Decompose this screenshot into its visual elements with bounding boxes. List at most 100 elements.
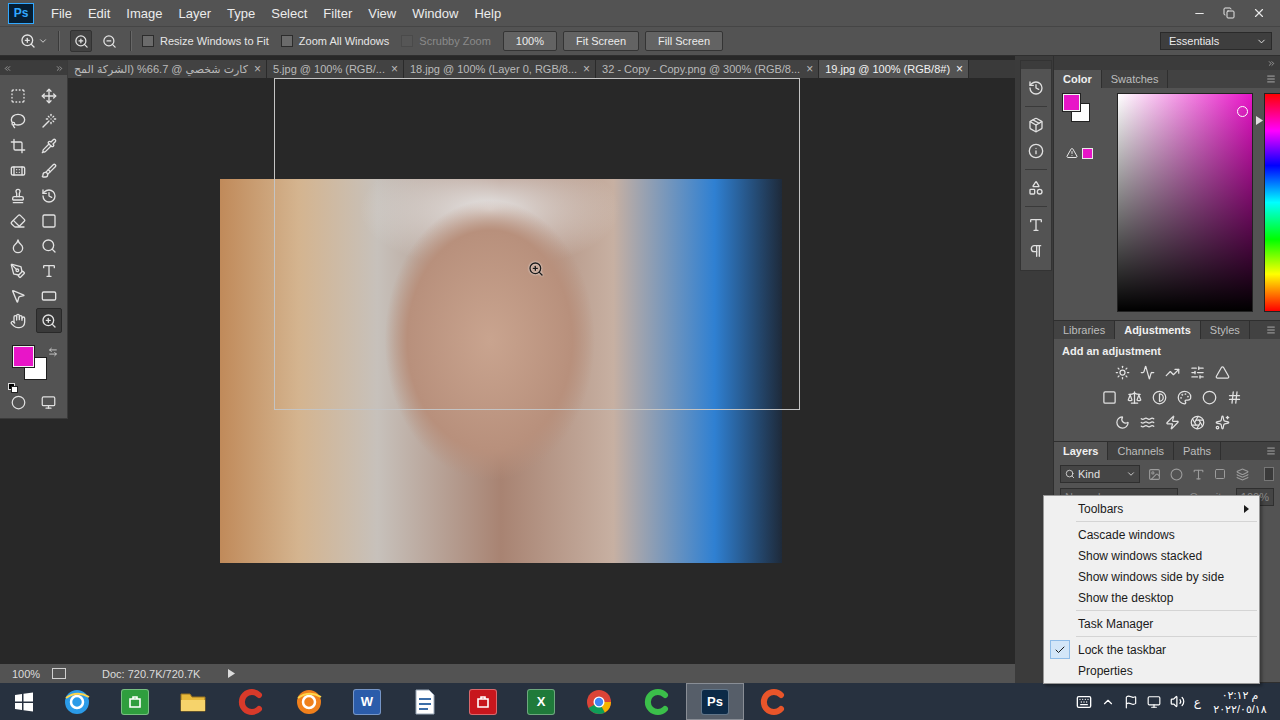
document-tab[interactable]: 19.jpg @ 100% (RGB/8#)× bbox=[819, 60, 969, 78]
status-menu-icon[interactable] bbox=[228, 669, 235, 678]
tab-close-button[interactable]: × bbox=[806, 62, 813, 76]
taskbar-app[interactable] bbox=[454, 683, 512, 720]
screen-mode-icon[interactable] bbox=[41, 395, 56, 410]
taskbar-app[interactable] bbox=[280, 683, 338, 720]
tool-button[interactable] bbox=[5, 158, 31, 183]
web-color-swatch[interactable] bbox=[1082, 148, 1093, 159]
document-tab[interactable]: 32 - Copy - Copy.png @ 300% (RGB/8...× bbox=[596, 60, 819, 78]
adjustment-button[interactable] bbox=[1100, 388, 1120, 408]
clock[interactable]: م ٠٢:١٢٢٠٢٢/٠٥/١٨ bbox=[1210, 688, 1270, 716]
taskbar-app[interactable] bbox=[164, 683, 222, 720]
tool-button[interactable] bbox=[36, 183, 62, 208]
taskbar-app[interactable] bbox=[628, 683, 686, 720]
adjustment-button[interactable] bbox=[1137, 413, 1157, 433]
menu-item[interactable]: Type bbox=[219, 3, 263, 24]
tool-button[interactable] bbox=[5, 233, 31, 258]
pixel-filter-button[interactable] bbox=[1146, 466, 1162, 482]
color-field[interactable] bbox=[1117, 93, 1253, 312]
option-button[interactable]: Fit Screen bbox=[563, 31, 639, 51]
document-tab[interactable]: كارت شخصي @ 66.7% (الشركة المح× bbox=[68, 60, 267, 78]
menu-item[interactable]: Image bbox=[118, 3, 170, 24]
tool-button[interactable] bbox=[5, 308, 31, 333]
tool-button[interactable] bbox=[36, 283, 62, 308]
taskbar-app[interactable]: X bbox=[512, 683, 570, 720]
context-menu-item[interactable]: Show windows stacked bbox=[1046, 545, 1257, 566]
taskbar-app[interactable] bbox=[222, 683, 280, 720]
tool-button[interactable] bbox=[36, 308, 62, 333]
tool-button[interactable] bbox=[36, 83, 62, 108]
tool-preset-picker[interactable] bbox=[20, 33, 48, 49]
context-menu-item[interactable]: Show the desktop bbox=[1046, 587, 1257, 608]
context-menu-item[interactable]: Toolbars bbox=[1046, 498, 1257, 519]
tab-close-button[interactable]: × bbox=[254, 62, 261, 76]
adjustment-button[interactable] bbox=[1162, 413, 1182, 433]
panel-tab[interactable]: Paths bbox=[1174, 442, 1221, 460]
zoom-mode-button[interactable] bbox=[70, 30, 92, 52]
panel-icon-button[interactable] bbox=[1022, 175, 1050, 201]
panel-icon-button[interactable] bbox=[1022, 212, 1050, 238]
panel-menu-button[interactable] bbox=[1262, 321, 1280, 339]
tool-button[interactable] bbox=[5, 283, 31, 308]
restore-button[interactable] bbox=[1214, 2, 1244, 24]
volume-icon[interactable] bbox=[1170, 694, 1185, 709]
status-zoom[interactable]: 100% bbox=[12, 668, 42, 680]
start-button[interactable] bbox=[0, 683, 48, 720]
panel-foreground-color[interactable] bbox=[1062, 93, 1081, 112]
adjustment-button[interactable] bbox=[1150, 388, 1170, 408]
adjustment-filter-button[interactable] bbox=[1168, 466, 1184, 482]
panel-tab[interactable]: Swatches bbox=[1102, 70, 1169, 88]
taskbar-app[interactable] bbox=[570, 683, 628, 720]
adjustment-button[interactable] bbox=[1162, 363, 1182, 383]
panel-tab[interactable]: Libraries bbox=[1054, 321, 1115, 339]
panels-header[interactable] bbox=[1054, 56, 1280, 70]
panel-tab[interactable]: Styles bbox=[1201, 321, 1250, 339]
tool-button[interactable] bbox=[5, 183, 31, 208]
panel-tab[interactable]: Channels bbox=[1108, 442, 1173, 460]
close-button[interactable] bbox=[1244, 2, 1274, 24]
adjustment-button[interactable] bbox=[1125, 388, 1145, 408]
option-button[interactable]: 100% bbox=[503, 31, 557, 51]
type-filter-button[interactable] bbox=[1190, 466, 1206, 482]
adjustment-button[interactable] bbox=[1175, 388, 1195, 408]
adjustment-button[interactable] bbox=[1137, 363, 1157, 383]
tool-button[interactable] bbox=[36, 108, 62, 133]
panel-tab[interactable]: Color bbox=[1054, 70, 1102, 88]
context-menu-item[interactable]: Lock the taskbar bbox=[1046, 639, 1257, 660]
panel-icon-button[interactable] bbox=[1022, 238, 1050, 264]
tool-button[interactable] bbox=[5, 133, 31, 158]
tab-close-button[interactable]: × bbox=[391, 62, 398, 76]
option-button[interactable]: Fill Screen bbox=[645, 31, 723, 51]
tab-close-button[interactable]: × bbox=[583, 62, 590, 76]
input-language[interactable]: ع bbox=[1194, 695, 1201, 709]
adjustment-button[interactable] bbox=[1112, 363, 1132, 383]
quick-mask-icon[interactable] bbox=[11, 395, 26, 410]
adjustment-button[interactable] bbox=[1187, 363, 1207, 383]
default-colors-button[interactable] bbox=[8, 379, 18, 389]
panel-icon-button[interactable] bbox=[1022, 112, 1050, 138]
taskbar-app[interactable] bbox=[744, 683, 802, 720]
option-checkbox[interactable]: Zoom All Windows bbox=[281, 35, 389, 47]
menu-item[interactable]: View bbox=[360, 3, 404, 24]
taskbar-app[interactable] bbox=[106, 683, 164, 720]
adjustment-button[interactable] bbox=[1112, 413, 1132, 433]
tool-button[interactable] bbox=[36, 208, 62, 233]
menu-item[interactable]: Help bbox=[466, 3, 509, 24]
keyboard-icon[interactable] bbox=[1076, 694, 1092, 710]
document-tab[interactable]: 5.jpg @ 100% (RGB/...× bbox=[267, 60, 404, 78]
context-menu-item[interactable]: Task Manager bbox=[1046, 613, 1257, 634]
document-tab[interactable]: 18.jpg @ 100% (Layer 0, RGB/8...× bbox=[404, 60, 596, 78]
color-picker-ring[interactable] bbox=[1237, 106, 1248, 117]
taskbar-app[interactable] bbox=[396, 683, 454, 720]
gamut-warning-icon[interactable] bbox=[1066, 147, 1078, 159]
tab-close-button[interactable]: × bbox=[956, 62, 963, 76]
tools-header[interactable] bbox=[0, 61, 67, 75]
adjustment-button[interactable] bbox=[1225, 388, 1245, 408]
tool-button[interactable] bbox=[5, 83, 31, 108]
network-icon[interactable] bbox=[1147, 695, 1161, 709]
hue-slider[interactable] bbox=[1264, 93, 1280, 312]
tool-button[interactable] bbox=[5, 208, 31, 233]
panel-tab[interactable]: Adjustments bbox=[1115, 321, 1201, 339]
context-menu-item[interactable]: Properties bbox=[1046, 660, 1257, 681]
adjustment-button[interactable] bbox=[1200, 388, 1220, 408]
panel-icon-button[interactable] bbox=[1022, 75, 1050, 101]
